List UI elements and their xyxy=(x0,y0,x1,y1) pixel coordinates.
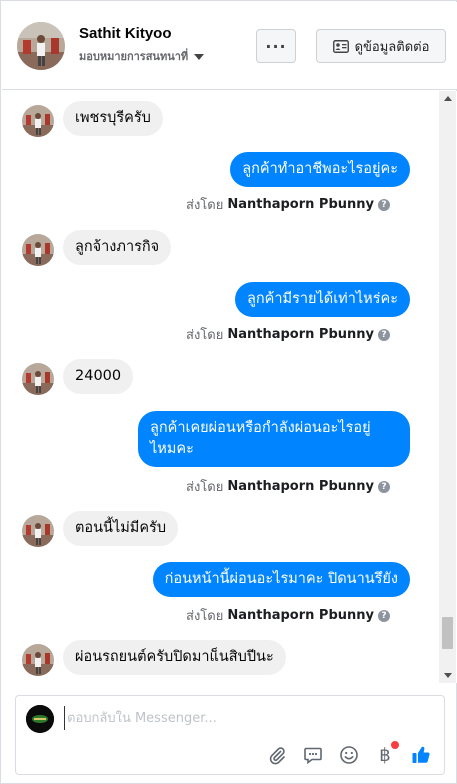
sent-by-label: ส่งโดย Nanthaporn Pbunny ? xyxy=(186,605,390,626)
contact-avatar-small xyxy=(22,644,54,676)
view-contact-label: ดูข้อมูลติดต่อ xyxy=(354,39,430,55)
composer-toolbar: ฿ xyxy=(266,741,432,766)
contact-name[interactable]: Sathit Kityoo xyxy=(79,25,172,42)
conversation-panel: Sathit Kityoo มอบหมายการสนทนาที่ ··· ดูข… xyxy=(0,0,457,784)
view-contact-button[interactable]: ดูข้อมูลติดต่อ xyxy=(316,29,446,63)
message-bubble-incoming[interactable]: เพชรบุรีครับ xyxy=(63,101,163,136)
contact-avatar-small xyxy=(22,234,54,266)
message-bubble-incoming[interactable]: ผ่อนรถยนต์ครับปิดมาแ็นสิบปีนะ xyxy=(63,640,286,675)
sent-by-name: Nanthaporn Pbunny xyxy=(227,327,374,342)
message-text-line: ลูกค้าเคยผ่อนหรือกำลังผ่อนอะไรอยู่ xyxy=(150,420,371,436)
message-thread: เพชรบุรีครับ ลูกค้าทำอาชีพอะไรอยู่คะ ส่ง… xyxy=(2,91,457,683)
contact-avatar-small xyxy=(22,515,54,547)
sent-by-prefix: ส่งโดย xyxy=(186,480,224,495)
contact-avatar-small xyxy=(22,363,54,395)
message-bubble-outgoing[interactable]: ลูกค้าทำอาชีพอะไรอยู่คะ xyxy=(230,152,410,187)
message-bubble-incoming[interactable]: ตอนนี้ไม่มีครับ xyxy=(63,511,179,546)
help-icon[interactable]: ? xyxy=(378,328,390,341)
message-bubble-incoming[interactable]: 24000 xyxy=(63,359,134,394)
thread-scrollbar[interactable] xyxy=(439,91,456,683)
assign-label: มอบหมายการสนทนาที่ xyxy=(79,50,189,63)
sent-by-name: Nanthaporn Pbunny xyxy=(227,608,374,623)
sent-by-name: Nanthaporn Pbunny xyxy=(227,197,374,212)
message-bubble-outgoing[interactable]: ลูกค้าเคยผ่อนหรือกำลังผ่อนอะไรอยู่ ไหมคะ xyxy=(138,411,410,467)
help-icon[interactable]: ? xyxy=(378,609,390,622)
notification-dot xyxy=(391,741,399,749)
baht-symbol: ฿ xyxy=(379,744,391,766)
sent-by-name: Nanthaporn Pbunny xyxy=(227,479,374,494)
thumbs-up-icon[interactable] xyxy=(410,744,432,766)
scroll-up-arrow-icon[interactable] xyxy=(444,96,452,101)
smiley-icon[interactable] xyxy=(338,744,360,766)
contact-avatar[interactable] xyxy=(17,22,65,70)
page-avatar xyxy=(26,705,54,733)
message-text-line: ไหมคะ xyxy=(150,441,194,457)
sent-by-label: ส่งโดย Nanthaporn Pbunny ? xyxy=(186,194,390,215)
sent-by-prefix: ส่งโดย xyxy=(186,198,224,213)
caret-down-icon xyxy=(194,53,205,60)
contact-avatar-small xyxy=(22,105,54,137)
sent-by-label: ส่งโดย Nanthaporn Pbunny ? xyxy=(186,476,390,497)
scroll-down-arrow-icon[interactable] xyxy=(444,673,452,678)
more-options-button[interactable]: ··· xyxy=(256,29,296,63)
conversation-header: Sathit Kityoo มอบหมายการสนทนาที่ ··· ดูข… xyxy=(2,2,457,90)
reply-input[interactable] xyxy=(64,706,424,730)
chat-bubble-icon[interactable] xyxy=(302,744,324,766)
reply-composer: ฿ xyxy=(15,695,445,775)
help-icon[interactable]: ? xyxy=(378,480,390,493)
assign-conversation-dropdown[interactable]: มอบหมายการสนทนาที่ xyxy=(79,47,205,65)
scrollbar-thumb[interactable] xyxy=(442,617,453,649)
sent-by-prefix: ส่งโดย xyxy=(186,609,224,624)
baht-icon[interactable]: ฿ xyxy=(374,741,399,766)
sent-by-prefix: ส่งโดย xyxy=(186,328,224,343)
help-icon[interactable]: ? xyxy=(378,198,390,211)
sent-by-label: ส่งโดย Nanthaporn Pbunny ? xyxy=(186,324,390,345)
contact-card-icon xyxy=(332,39,349,53)
message-bubble-outgoing[interactable]: ลูกค้ามีรายได้เท่าไหร่คะ xyxy=(235,282,410,317)
message-bubble-incoming[interactable]: ลูกจ้างภารกิจ xyxy=(63,230,172,265)
paperclip-icon[interactable] xyxy=(266,744,288,766)
message-bubble-outgoing[interactable]: ก่อนหน้านี้ผ่อนอะไรมาคะ ปิดนานรึยัง xyxy=(152,562,410,597)
